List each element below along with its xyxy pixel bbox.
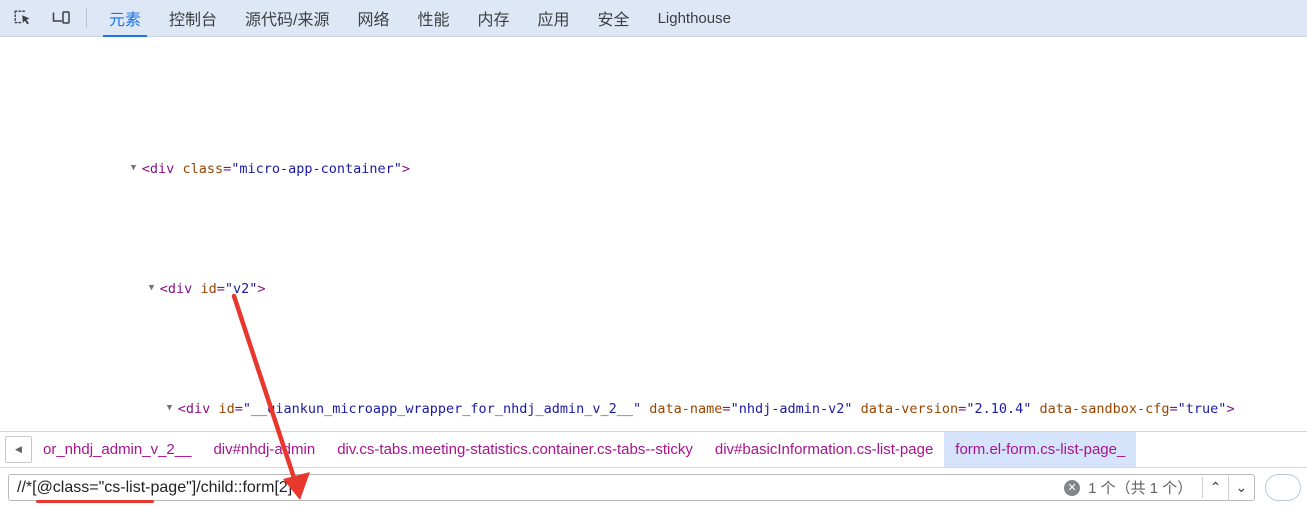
- tab-lighthouse[interactable]: Lighthouse: [644, 0, 745, 37]
- search-input-container[interactable]: ✕ 1 个（共 1 个） ⌃ ⌄: [8, 474, 1255, 503]
- tab-label: 内存: [477, 12, 510, 29]
- attr-name: class: [182, 161, 224, 177]
- search-input[interactable]: [9, 475, 1061, 500]
- device-toolbar-icon[interactable]: [46, 5, 76, 31]
- expanded-twisty-icon[interactable]: ▼: [167, 396, 178, 420]
- attr-value: "true": [1177, 401, 1227, 417]
- dom-tree-panel[interactable]: ▼ <div class="micro-app-container"> ▼ <div…: [0, 37, 1307, 431]
- breadcrumb-label: div#basicInformation.cs-list-page: [714, 441, 934, 458]
- breadcrumb-item-qiankun-wrapper[interactable]: or_nhdj_admin_v_2__: [32, 432, 202, 467]
- breadcrumb-item-basic-information[interactable]: div#basicInformation.cs-list-page: [704, 432, 944, 467]
- tag-name: div: [167, 281, 193, 297]
- breadcrumb-items: or_nhdj_admin_v_2__ div#nhdj-admin div.c…: [32, 432, 1137, 467]
- attr-value: "v2": [224, 281, 258, 297]
- tab-network[interactable]: 网络: [343, 0, 403, 37]
- devtools-window: 元素 控制台 源代码/来源 网络 性能 内存 应用 安全 Lighthouse …: [0, 0, 1307, 507]
- breadcrumb-item-cs-tabs[interactable]: div.cs-tabs.meeting-statistics.container…: [326, 432, 704, 467]
- tab-performance[interactable]: 性能: [404, 0, 464, 37]
- breadcrumb-label: form.el-form.cs-list-page_: [955, 441, 1126, 458]
- breadcrumb-label: div.cs-tabs.meeting-statistics.container…: [337, 441, 693, 458]
- breadcrumb-scroll-left-button[interactable]: ◀: [5, 436, 32, 463]
- annotation-underline-xpath-class: [36, 500, 154, 503]
- attr-value: "2.10.4": [966, 401, 1032, 417]
- breadcrumb-item-form-selected[interactable]: form.el-form.cs-list-page_: [944, 432, 1137, 467]
- tab-sources[interactable]: 源代码/来源: [231, 0, 343, 37]
- attr-value: "micro-app-container": [231, 161, 402, 177]
- dom-node-qiankun-wrapper[interactable]: ▼ <div id="__qiankun_microapp_wrapper_for…: [0, 373, 1307, 417]
- attr-name: data-sandbox-cfg: [1039, 401, 1170, 417]
- dom-search-bar: ✕ 1 个（共 1 个） ⌃ ⌄: [0, 467, 1307, 507]
- clear-search-icon[interactable]: ✕: [1064, 479, 1081, 496]
- attr-value: "__qiankun_microapp_wrapper_for_nhdj_adm…: [242, 401, 642, 417]
- search-next-button[interactable]: ⌄: [1229, 474, 1254, 501]
- expanded-twisty-icon[interactable]: ▼: [131, 156, 142, 180]
- tab-label: 网络: [357, 12, 390, 29]
- breadcrumb-item-nhdj-admin[interactable]: div#nhdj-admin: [202, 432, 326, 467]
- tab-application[interactable]: 应用: [524, 0, 584, 37]
- tag-name: div: [185, 401, 211, 417]
- tab-label: 安全: [597, 12, 630, 29]
- attr-name: id: [218, 401, 235, 417]
- dom-node-v2[interactable]: ▼ <div id="v2">: [0, 253, 1307, 297]
- tab-label: Lighthouse: [657, 9, 731, 27]
- expanded-twisty-icon[interactable]: ▼: [149, 276, 160, 300]
- attr-value: "nhdj-admin-v2": [730, 401, 853, 417]
- tab-memory[interactable]: 内存: [464, 0, 524, 37]
- tag-name: div: [149, 161, 175, 177]
- search-extra-button[interactable]: [1265, 474, 1301, 501]
- tab-console[interactable]: 控制台: [155, 0, 231, 37]
- attr-name: id: [200, 281, 217, 297]
- breadcrumb-label: or_nhdj_admin_v_2__: [43, 441, 192, 458]
- chevron-left-icon: ◀: [15, 444, 22, 454]
- chevron-down-icon: ⌄: [1235, 479, 1248, 495]
- search-match-count: 1 个（共 1 个）: [1088, 477, 1204, 498]
- panel-tabs: 元素 控制台 源代码/来源 网络 性能 内存 应用 安全 Lighthouse: [95, 0, 745, 37]
- breadcrumb-label: div#nhdj-admin: [213, 441, 316, 458]
- inspect-element-icon[interactable]: [8, 5, 38, 31]
- tab-security[interactable]: 安全: [584, 0, 644, 37]
- search-prev-button[interactable]: ⌃: [1203, 474, 1229, 501]
- breadcrumb: ◀ or_nhdj_admin_v_2__ div#nhdj-admin div…: [0, 431, 1307, 467]
- toolbar-divider: [86, 8, 87, 28]
- tab-label: 性能: [417, 12, 450, 29]
- attr-name: data-version: [860, 401, 959, 417]
- tab-label: 元素: [109, 12, 142, 29]
- tab-label: 源代码/来源: [245, 12, 330, 29]
- chevron-up-icon: ⌃: [1209, 479, 1222, 495]
- tab-elements[interactable]: 元素: [95, 0, 155, 37]
- devtools-toolbar: 元素 控制台 源代码/来源 网络 性能 内存 应用 安全 Lighthouse: [0, 0, 1307, 37]
- dom-node-micro-app-container[interactable]: ▼ <div class="micro-app-container">: [0, 133, 1307, 177]
- tab-label: 控制台: [169, 12, 218, 29]
- attr-name: data-name: [649, 401, 723, 417]
- tab-label: 应用: [537, 12, 570, 29]
